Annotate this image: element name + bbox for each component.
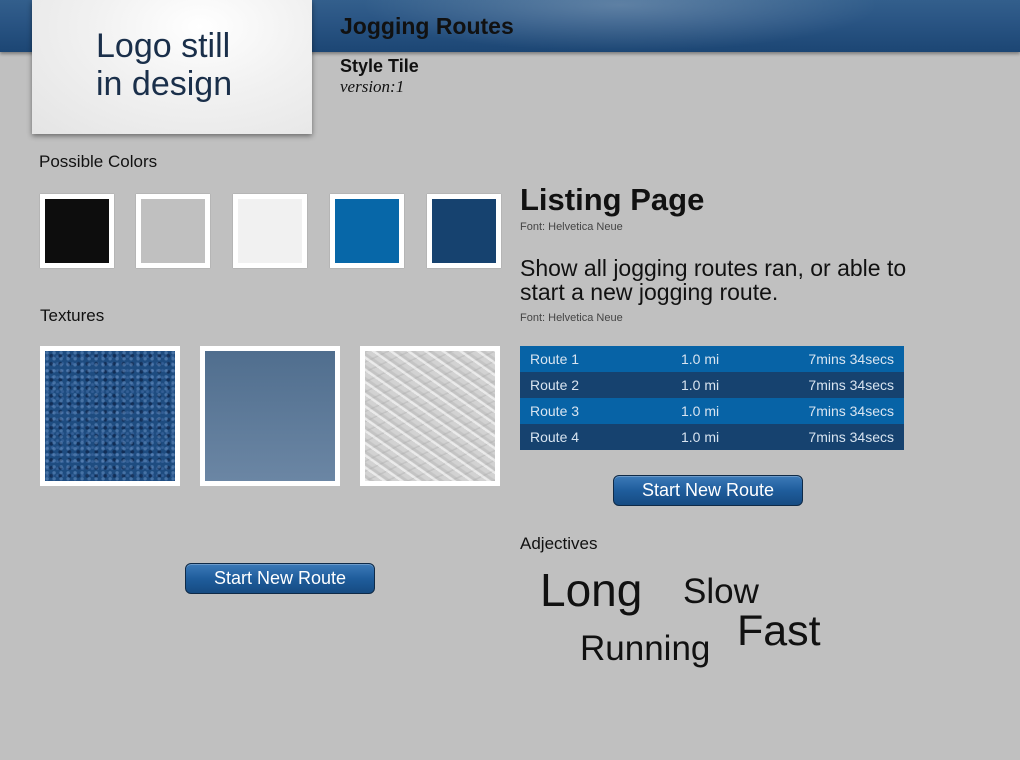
route-row[interactable]: Route 1 1.0 mi 7mins 34secs bbox=[520, 346, 904, 372]
route-name: Route 2 bbox=[530, 377, 580, 393]
start-new-route-button[interactable]: Start New Route bbox=[613, 475, 803, 506]
swatch-fill bbox=[432, 199, 496, 263]
adjective-running: Running bbox=[580, 629, 711, 668]
route-distance: 1.0 mi bbox=[681, 377, 720, 393]
route-distance: 1.0 mi bbox=[681, 429, 720, 445]
title-font-note: Font: Helvetica Neue bbox=[520, 221, 623, 233]
route-row[interactable]: Route 4 1.0 mi 7mins 34secs bbox=[520, 424, 904, 450]
swatch-fill bbox=[238, 199, 302, 263]
logo-text-line1: Logo still bbox=[96, 27, 231, 65]
route-time: 7mins 34secs bbox=[808, 429, 894, 445]
start-new-route-button-sample[interactable]: Start New Route bbox=[185, 563, 375, 594]
route-time: 7mins 34secs bbox=[808, 403, 894, 419]
style-tile-heading: Style Tile bbox=[340, 56, 419, 76]
adjective-slow: Slow bbox=[683, 572, 759, 611]
routes-table: Route 1 1.0 mi 7mins 34secs Route 2 1.0 … bbox=[520, 346, 904, 450]
swatch-fill bbox=[141, 199, 205, 263]
texture-blue-gradient bbox=[200, 346, 340, 486]
texture-gray-stucco bbox=[360, 346, 500, 486]
route-time: 7mins 34secs bbox=[808, 351, 894, 367]
texture-fill bbox=[365, 351, 495, 481]
route-name: Route 4 bbox=[530, 429, 580, 445]
version-label: version:1 bbox=[340, 77, 405, 96]
color-swatch-blue bbox=[330, 194, 404, 268]
adjective-long: Long bbox=[540, 564, 643, 616]
route-name: Route 3 bbox=[530, 403, 580, 419]
color-swatch-black bbox=[40, 194, 114, 268]
logo-text: Logo still in design bbox=[96, 27, 232, 103]
texture-blue-leather bbox=[40, 346, 180, 486]
route-row[interactable]: Route 3 1.0 mi 7mins 34secs bbox=[520, 398, 904, 424]
page-title: Jogging Routes bbox=[340, 13, 514, 39]
adjective-fast: Fast bbox=[737, 607, 821, 655]
possible-colors-label: Possible Colors bbox=[39, 152, 158, 171]
logo-placeholder: Logo still in design bbox=[32, 0, 312, 134]
route-name: Route 1 bbox=[530, 351, 580, 367]
color-swatch-gray bbox=[136, 194, 210, 268]
swatch-fill bbox=[45, 199, 109, 263]
description-font-note: Font: Helvetica Neue bbox=[520, 312, 623, 324]
textures-label: Textures bbox=[40, 306, 105, 325]
logo-text-line2: in design bbox=[96, 65, 233, 103]
adjectives-label: Adjectives bbox=[520, 534, 598, 553]
route-time: 7mins 34secs bbox=[808, 377, 894, 393]
texture-fill bbox=[45, 351, 175, 481]
listing-page-title: Listing Page bbox=[520, 182, 705, 217]
route-distance: 1.0 mi bbox=[681, 351, 720, 367]
color-swatch-light-gray bbox=[233, 194, 307, 268]
swatch-fill bbox=[335, 199, 399, 263]
route-row[interactable]: Route 2 1.0 mi 7mins 34secs bbox=[520, 372, 904, 398]
route-distance: 1.0 mi bbox=[681, 403, 720, 419]
color-swatch-dark-blue bbox=[427, 194, 501, 268]
texture-fill bbox=[205, 351, 335, 481]
listing-description: Show all jogging routes ran, or able to … bbox=[520, 255, 907, 305]
